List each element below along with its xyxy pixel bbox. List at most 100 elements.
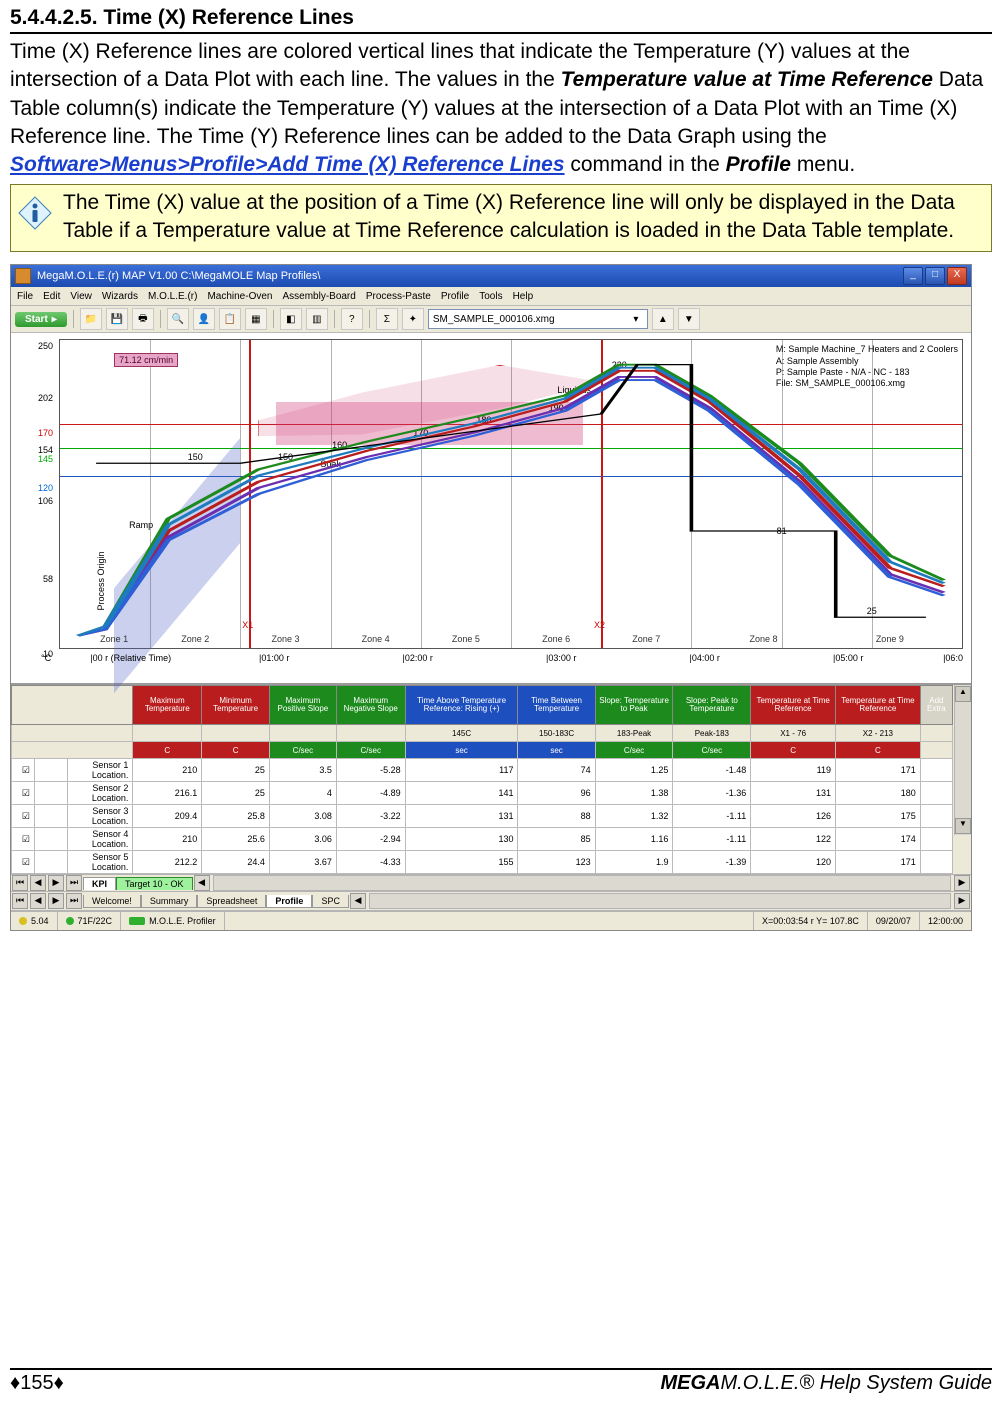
sigma-button[interactable]: Σ [376,308,398,330]
toolbar-btn-7[interactable]: ▦ [245,308,267,330]
menu-wizards[interactable]: Wizards [102,291,138,302]
kpi-nav-last[interactable]: ⏭ [66,875,82,891]
scroll-down-icon[interactable]: ▼ [955,818,971,834]
tab-summary[interactable]: Summary [141,895,198,908]
toolbar-btn-dn[interactable]: ▼ [678,308,700,330]
col-time-between[interactable]: Time Between Temperature [518,686,595,725]
data-table[interactable]: Maximum Temperature Minimum Temperature … [11,685,953,874]
table-row[interactable]: ☑ A1 Sensor 1 Location. 210 25 3.5 -5.28… [12,759,953,782]
kpi-tab-row: ⏮ ◀ ▶ ⏭ KPI Target 10 - OK ◀ ▶ [11,874,971,892]
profile-chart[interactable]: 250 202 170 154 145 120 106 58 10 °C [11,333,971,684]
body-p1f: menu. [791,153,855,176]
col-slope-to-peak[interactable]: Slope: Temperature to Peak [595,686,673,725]
col-time-above[interactable]: Time Above Temperature Reference: Rising… [405,686,518,725]
table-row[interactable]: ☑ A4 Sensor 4 Location. 21025.63.06-2.94… [12,828,953,851]
tab-profile[interactable]: Profile [266,895,312,908]
print-button[interactable]: 🖶 [132,308,154,330]
table-row[interactable]: ☑ A2 Sensor 2 Location. 216.1254-4.89141… [12,782,953,805]
hscroll2-right[interactable]: ▶ [954,893,970,909]
tab-welcome[interactable]: Welcome! [83,895,141,908]
hscroll-left[interactable]: ◀ [194,875,210,891]
tab-spc[interactable]: SPC [312,895,349,908]
tabs-nav-first[interactable]: ⏮ [12,893,28,909]
menu-view[interactable]: View [70,291,92,302]
toolbar-btn-5[interactable]: 👤 [193,308,215,330]
col-max-pos-slope[interactable]: Maximum Positive Slope [269,686,336,725]
kpi-target-tab[interactable]: Target 10 - OK [116,877,193,890]
status-xy: X=00:03:54 r Y= 107.8C [762,916,859,926]
add-button[interactable]: ✦ [402,308,424,330]
col-min-temp[interactable]: Minimum Temperature [202,686,270,725]
kpi-nav-prev[interactable]: ◀ [30,875,46,891]
toolbar-btn-8[interactable]: ◧ [280,308,302,330]
toolbar-btn-6[interactable]: 📋 [219,308,241,330]
window-titlebar[interactable]: MegaM.O.L.E.(r) MAP V1.00 C:\MegaMOLE Ma… [11,265,971,287]
tab-spreadsheet[interactable]: Spreadsheet [197,895,266,908]
window-title: MegaM.O.L.E.(r) MAP V1.00 C:\MegaMOLE Ma… [37,270,320,282]
toolbar-btn-4[interactable]: 🔍 [167,308,189,330]
maximize-button[interactable]: □ [925,267,945,285]
kpi-nav-next[interactable]: ▶ [48,875,64,891]
play-icon: ▸ [52,314,57,325]
section-number: 5.4.4.2.5. [10,6,98,29]
toolbar-btn-9[interactable]: ▥ [306,308,328,330]
x-tick: |02:00 r [346,653,489,673]
start-button[interactable]: Start ▸ [15,312,67,327]
tabs-nav-last[interactable]: ⏭ [66,893,82,909]
toolbar: Start ▸ 📁 💾 🖶 🔍 👤 📋 ▦ ◧ ▥ ? Σ ✦ SM_SAMPL… [11,306,971,333]
menu-file[interactable]: File [17,291,33,302]
row-checkbox[interactable]: ☑ [12,782,35,805]
save-button[interactable]: 💾 [106,308,128,330]
hscroll2-left[interactable]: ◀ [350,893,366,909]
kpi-tab[interactable]: KPI [83,877,116,890]
table-row[interactable]: ☑ A3 Sensor 3 Location. 209.425.83.08-3.… [12,805,953,828]
horizontal-scrollbar-2[interactable] [369,893,951,909]
vertical-scrollbar[interactable]: ▲ ▼ [954,685,971,835]
col-temp-at-ref-x2[interactable]: Temperature at Time Reference [836,686,921,725]
menu-profile[interactable]: Profile [441,291,469,302]
x-tick: |04:00 r [633,653,776,673]
kpi-nav-first[interactable]: ⏮ [12,875,28,891]
profile-lines-svg [60,340,962,648]
sensor-label: Sensor 2 Location. [68,782,133,805]
menu-tools[interactable]: Tools [479,291,502,302]
toolbar-btn-up[interactable]: ▲ [652,308,674,330]
menu-edit[interactable]: Edit [43,291,60,302]
row-checkbox[interactable]: ☑ [12,851,35,874]
tabs-nav-prev[interactable]: ◀ [30,893,46,909]
x-tick: |03:00 r [489,653,632,673]
status-dot-icon [66,917,74,925]
toolbar-btn-1[interactable]: 📁 [80,308,102,330]
help-button[interactable]: ? [341,308,363,330]
status-seg-profiler: M.O.L.E. Profiler [121,912,225,930]
col-max-neg-slope[interactable]: Maximum Negative Slope [336,686,405,725]
close-button[interactable]: X [947,267,967,285]
y-tick: 106 [38,496,53,506]
plot-area[interactable]: X1 X2 71.12 cm/min 150 150 160 Soak 170 … [59,339,963,649]
mole-icon [129,917,145,925]
note-c: calculation is loaded in the Data Table … [504,219,954,242]
section-heading: 5.4.4.2.5. Time (X) Reference Lines [10,6,992,34]
col-max-temp[interactable]: Maximum Temperature [133,686,202,725]
menu-machine-oven[interactable]: Machine-Oven [207,291,272,302]
file-dropdown[interactable]: SM_SAMPLE_000106.xmg ▾ [428,309,648,329]
minimize-button[interactable]: _ [903,267,923,285]
horizontal-scrollbar[interactable] [213,875,951,891]
status-seg-empty [225,912,754,930]
toolbar-separator [334,310,335,328]
col-temp-at-ref-x1[interactable]: Temperature at Time Reference [751,686,836,725]
profile-add-ref-link[interactable]: Software>Menus>Profile>Add Time (X) Refe… [10,153,565,176]
row-checkbox[interactable]: ☑ [12,759,35,782]
col-slope-peak-to[interactable]: Slope: Peak to Temperature [673,686,751,725]
scroll-up-icon[interactable]: ▲ [955,686,971,702]
table-row[interactable]: ☑ A5 Sensor 5 Location. 212.224.43.67-4.… [12,851,953,874]
menu-help[interactable]: Help [513,291,534,302]
tabs-nav-next[interactable]: ▶ [48,893,64,909]
row-checkbox[interactable]: ☑ [12,805,35,828]
menu-mole[interactable]: M.O.L.E.(r) [148,291,197,302]
hscroll-right[interactable]: ▶ [954,875,970,891]
menu-assembly-board[interactable]: Assembly-Board [282,291,355,302]
col-add-extra[interactable]: Add Extra [920,686,952,725]
menu-process-paste[interactable]: Process-Paste [366,291,431,302]
row-checkbox[interactable]: ☑ [12,828,35,851]
